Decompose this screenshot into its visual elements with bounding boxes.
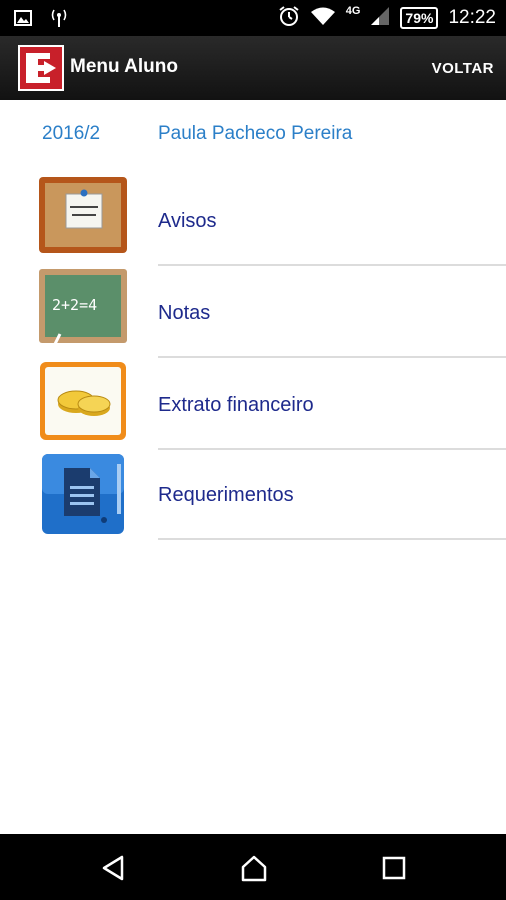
student-name: Paula Pacheco Pereira bbox=[158, 123, 353, 144]
navigation-bar bbox=[0, 834, 506, 900]
app-logo bbox=[18, 45, 64, 91]
menu-label-avisos: Avisos bbox=[158, 210, 217, 232]
menu-label-requerimentos: Requerimentos bbox=[158, 484, 294, 506]
menu-item-notas[interactable]: 2+2=4 Notas bbox=[0, 266, 506, 358]
signal-icon bbox=[370, 6, 390, 31]
page-title: Menu Aluno bbox=[70, 56, 178, 77]
semester-label: 2016/2 bbox=[42, 123, 101, 144]
notice-board-icon bbox=[38, 176, 128, 256]
status-bar: 4G 79% 12:22 bbox=[0, 0, 506, 36]
wifi-icon bbox=[310, 6, 336, 31]
menu-label-extrato-financeiro: Extrato financeiro bbox=[158, 394, 314, 416]
menu-item-requerimentos[interactable]: Requerimentos bbox=[0, 450, 506, 542]
recents-square-icon[interactable] bbox=[374, 848, 414, 888]
svg-text:2+2=4: 2+2=4 bbox=[52, 296, 97, 314]
battery-level: 79% bbox=[405, 10, 434, 26]
coins-icon bbox=[38, 360, 128, 440]
menu-item-extrato-financeiro[interactable]: Extrato financeiro bbox=[0, 358, 506, 450]
chalkboard-icon: 2+2=4 bbox=[38, 268, 128, 351]
clock: 12:22 bbox=[448, 7, 496, 28]
back-triangle-icon[interactable] bbox=[94, 848, 134, 888]
image-icon bbox=[14, 9, 32, 32]
network-type: 4G bbox=[345, 5, 361, 17]
menu-label-notas: Notas bbox=[158, 302, 211, 324]
divider bbox=[158, 538, 506, 540]
radio-antenna-icon bbox=[50, 8, 68, 33]
home-icon[interactable] bbox=[234, 848, 274, 888]
menu-item-avisos[interactable]: Avisos bbox=[0, 174, 506, 266]
battery-icon: 79% bbox=[400, 7, 439, 29]
back-button[interactable]: VOLTAR bbox=[432, 60, 494, 77]
document-icon bbox=[38, 452, 128, 534]
alarm-icon bbox=[278, 5, 300, 32]
action-bar: Menu Aluno VOLTAR bbox=[0, 36, 506, 100]
